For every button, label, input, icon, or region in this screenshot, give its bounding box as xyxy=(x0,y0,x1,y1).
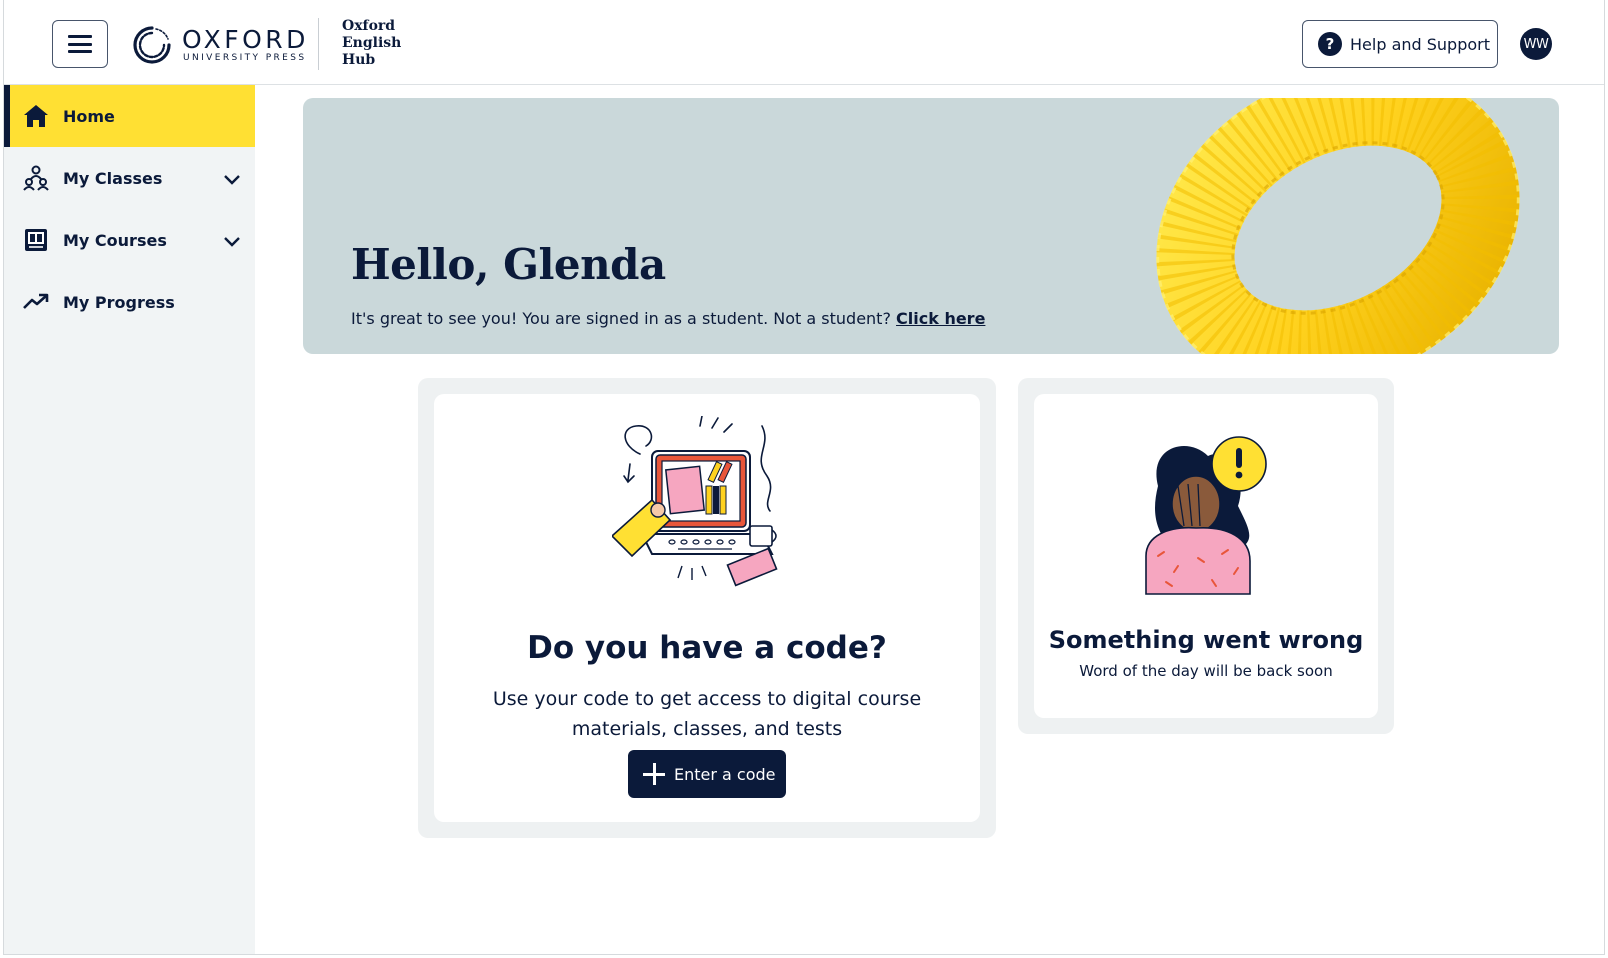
greeting-subtitle-text: It's great to see you! You are signed in… xyxy=(351,309,891,328)
sidebar: Home My Classes My Courses My Progress xyxy=(4,85,255,954)
word-of-day-container: Something went wrong Word of the day wil… xyxy=(1018,378,1394,734)
help-and-support-button[interactable]: ? Help and Support xyxy=(1302,20,1498,68)
hub-title-line: English xyxy=(342,35,402,51)
hamburger-menu-icon xyxy=(68,35,92,53)
sidebar-item-my-classes[interactable]: My Classes xyxy=(4,147,255,209)
welcome-banner: Hello, Glenda It's great to see you! You… xyxy=(303,98,1559,354)
logo-wordmark: OXFORD xyxy=(182,24,309,54)
code-card: Do you have a code? Use your code to get… xyxy=(434,394,980,822)
chevron-down-icon[interactable] xyxy=(222,231,242,251)
yellow-torus-illustration xyxy=(1156,98,1520,354)
sidebar-item-label: My Courses xyxy=(63,230,167,250)
logo-divider xyxy=(318,18,319,70)
chevron-down-icon[interactable] xyxy=(222,169,242,189)
not-a-student-link[interactable]: Click here xyxy=(896,309,985,328)
logo-subtitle: UNIVERSITY PRESS xyxy=(183,52,307,63)
enter-code-label: Enter a code xyxy=(674,764,776,784)
greeting-subtitle: It's great to see you! You are signed in… xyxy=(351,309,985,328)
books-laptop-illustration xyxy=(612,416,778,587)
word-of-day-error-message: Word of the day will be back soon xyxy=(1079,662,1333,680)
code-card-description: Use your code to get access to digital c… xyxy=(492,688,922,740)
sidebar-item-label: My Progress xyxy=(63,292,175,312)
word-of-day-error-title: Something went wrong xyxy=(1048,626,1364,654)
help-label: Help and Support xyxy=(1350,34,1490,54)
greeting-title: Hello, Glenda xyxy=(351,240,666,289)
code-card-container: Do you have a code? Use your code to get… xyxy=(418,378,996,838)
trending-up-icon xyxy=(22,288,50,316)
home-icon xyxy=(22,102,50,130)
hub-title-line: Oxford xyxy=(342,18,396,34)
app-window: OXFORD UNIVERSITY PRESS Oxford English H… xyxy=(3,0,1605,955)
question-mark-icon: ? xyxy=(1318,32,1342,56)
plus-icon xyxy=(642,762,666,786)
sidebar-item-my-progress[interactable]: My Progress xyxy=(4,271,255,333)
sidebar-item-home[interactable]: Home xyxy=(4,85,255,147)
courses-icon xyxy=(22,226,50,254)
avatar[interactable]: WW xyxy=(1520,28,1552,60)
sidebar-item-label: My Classes xyxy=(63,168,163,188)
classes-icon xyxy=(22,164,50,192)
error-person-illustration xyxy=(1145,436,1267,595)
oxford-swirl-icon xyxy=(133,26,171,64)
sidebar-item-label: Home xyxy=(63,106,115,126)
top-header: OXFORD UNIVERSITY PRESS Oxford English H… xyxy=(4,0,1604,85)
sidebar-item-my-courses[interactable]: My Courses xyxy=(4,209,255,271)
menu-button[interactable] xyxy=(52,20,108,68)
enter-code-button[interactable]: Enter a code xyxy=(628,750,786,798)
oxford-logo[interactable]: OXFORD UNIVERSITY PRESS xyxy=(132,22,309,68)
word-of-day-card: Something went wrong Word of the day wil… xyxy=(1034,394,1378,718)
hub-title: Oxford English Hub xyxy=(342,18,401,69)
hub-title-line: Hub xyxy=(342,52,376,68)
code-card-title: Do you have a code? xyxy=(527,630,887,666)
